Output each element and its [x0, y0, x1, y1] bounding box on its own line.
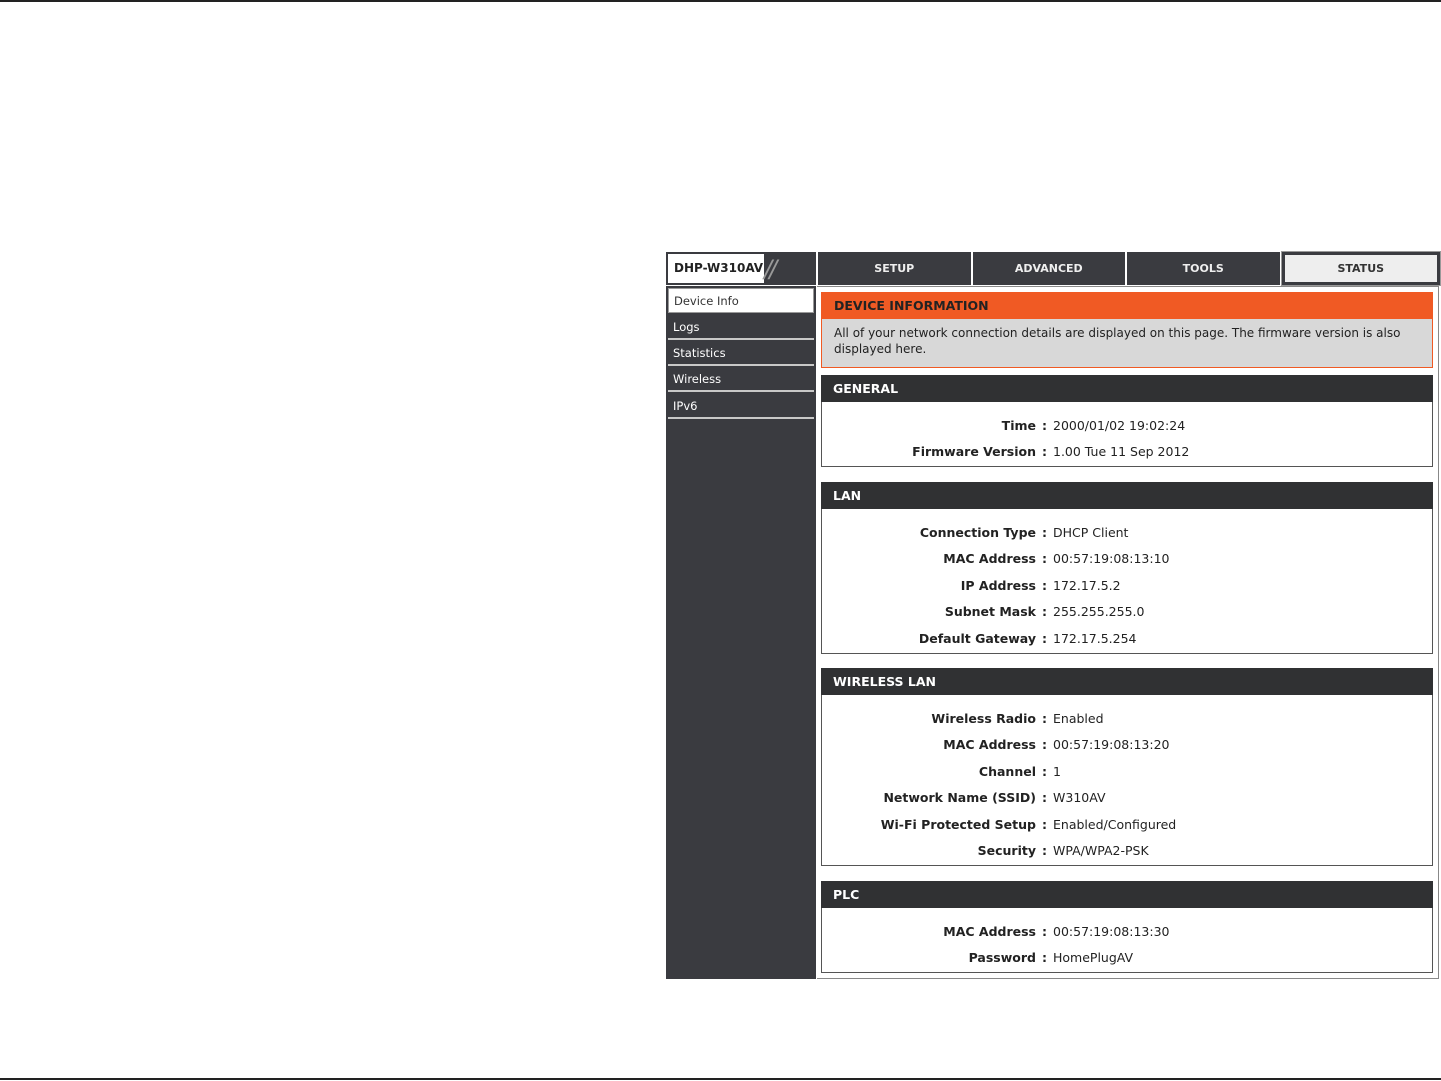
- separator: :: [1042, 630, 1047, 646]
- sidebar: Device Info Logs Statistics Wireless IPv…: [666, 286, 816, 979]
- info-row: Time:2000/01/02 19:02:24: [822, 412, 1432, 439]
- top-rule: [0, 0, 1441, 2]
- info-row: Wi-Fi Protected Setup: Enabled/Configured: [822, 811, 1432, 838]
- field-value: Enabled/Configured: [1053, 816, 1177, 832]
- tab-status[interactable]: STATUS: [1280, 251, 1441, 286]
- tab-setup[interactable]: SETUP: [818, 252, 971, 285]
- info-row: Network Name (SSID): W310AV: [822, 785, 1432, 812]
- field-value: 1: [1053, 763, 1061, 779]
- field-label: Network Name (SSID): [883, 790, 1036, 806]
- separator: :: [1042, 790, 1047, 806]
- sidebar-item-wireless[interactable]: Wireless: [668, 367, 814, 392]
- separator: :: [1042, 524, 1047, 540]
- separator: :: [1042, 444, 1047, 460]
- section-plc: PLC MAC Address:00:57:19:08:13:30 Password…: [821, 881, 1433, 973]
- info-row: IP Address:172.17.5.2: [822, 572, 1432, 599]
- separator: :: [1042, 923, 1047, 939]
- field-label: Password: [968, 950, 1036, 966]
- field-label: Wireless Radio: [931, 710, 1036, 726]
- section-body: Connection Type: DHCP Client MAC Address:0…: [821, 509, 1433, 654]
- separator: :: [1042, 763, 1047, 779]
- field-label: MAC Address: [943, 737, 1036, 753]
- tab-tools[interactable]: TOOLS: [1127, 252, 1280, 285]
- info-row: Channel:1: [822, 758, 1432, 785]
- field-value: 255.255.255.0: [1053, 604, 1145, 620]
- section-wireless-lan: WIRELESS LAN Wireless Radio: Enabled MAC Ad…: [821, 668, 1433, 866]
- device-info-box: DEVICE INFORMATION All of your network c…: [821, 292, 1433, 368]
- section-title: WIRELESS LAN: [821, 668, 1433, 695]
- sidebar-item-device-info[interactable]: Device Info: [668, 288, 814, 313]
- section-title: PLC: [821, 881, 1433, 908]
- section-title: LAN: [821, 482, 1433, 509]
- info-row: Security: WPA/WPA2-PSK: [822, 838, 1432, 865]
- separator: :: [1042, 577, 1047, 593]
- field-value: DHCP Client: [1053, 524, 1129, 540]
- sidebar-item-logs[interactable]: Logs: [668, 315, 814, 340]
- field-label: Wi-Fi Protected Setup: [880, 816, 1036, 832]
- field-value: 00:57:19:08:13:30: [1053, 923, 1170, 939]
- separator: :: [1042, 551, 1047, 567]
- field-value: Enabled: [1053, 710, 1104, 726]
- info-row: MAC Address:00:57:19:08:13:30: [822, 918, 1432, 945]
- separator: :: [1042, 417, 1047, 433]
- sidebar-item-ipv6[interactable]: IPv6: [668, 394, 814, 419]
- field-label: Firmware Version: [912, 444, 1036, 460]
- product-name: DHP-W310AV: [668, 254, 764, 283]
- section-body: MAC Address:00:57:19:08:13:30 Password: Ho…: [821, 908, 1433, 973]
- bottom-rule: [0, 1078, 1441, 1080]
- field-value: 172.17.5.2: [1053, 577, 1121, 593]
- info-row: MAC Address:00:57:19:08:13:10: [822, 546, 1432, 573]
- field-value: WPA/WPA2-PSK: [1053, 843, 1149, 859]
- field-label: IP Address: [960, 577, 1036, 593]
- separator: :: [1042, 843, 1047, 859]
- section-lan: LAN Connection Type: DHCP Client MAC Addres…: [821, 482, 1433, 654]
- info-row: Firmware Version:1.00 Tue 11 Sep 2012: [822, 439, 1432, 466]
- section-general: GENERAL Time:2000/01/02 19:02:24 Firmware …: [821, 375, 1433, 467]
- field-value: W310AV: [1053, 790, 1106, 806]
- field-label: Security: [977, 843, 1036, 859]
- field-label: Time: [1001, 417, 1036, 433]
- info-row: Password: HomePlugAV: [822, 945, 1432, 972]
- router-admin-ui: DHP-W310AV // SETUP ADVANCED TOOLS STATU…: [666, 251, 1441, 979]
- top-nav: DHP-W310AV // SETUP ADVANCED TOOLS STATU…: [666, 251, 1441, 286]
- logo-slashes-icon: //: [764, 255, 777, 283]
- info-row: Subnet Mask:255.255.255.0: [822, 599, 1432, 626]
- info-row: Default Gateway:172.17.5.254: [822, 625, 1432, 652]
- section-body: Time:2000/01/02 19:02:24 Firmware Version…: [821, 402, 1433, 467]
- field-label: MAC Address: [943, 923, 1036, 939]
- separator: :: [1042, 737, 1047, 753]
- info-row: Connection Type: DHCP Client: [822, 519, 1432, 546]
- info-row: Wireless Radio: Enabled: [822, 705, 1432, 732]
- field-label: Default Gateway: [918, 630, 1036, 646]
- section-body: Wireless Radio: Enabled MAC Address:00:57:…: [821, 695, 1433, 866]
- separator: :: [1042, 950, 1047, 966]
- info-row: MAC Address:00:57:19:08:13:20: [822, 732, 1432, 759]
- field-value: HomePlugAV: [1053, 950, 1134, 966]
- sidebar-item-statistics[interactable]: Statistics: [668, 341, 814, 366]
- field-value: 00:57:19:08:13:10: [1053, 551, 1170, 567]
- device-info-title: DEVICE INFORMATION: [822, 293, 1432, 319]
- field-label: MAC Address: [943, 551, 1036, 567]
- field-label: Connection Type: [919, 524, 1036, 540]
- product-logo: DHP-W310AV //: [666, 252, 816, 285]
- field-label: Subnet Mask: [944, 604, 1036, 620]
- separator: :: [1042, 816, 1047, 832]
- separator: :: [1042, 604, 1047, 620]
- field-value: 172.17.5.254: [1053, 630, 1137, 646]
- field-value: 2000/01/02 19:02:24: [1053, 417, 1186, 433]
- field-value: 00:57:19:08:13:20: [1053, 737, 1170, 753]
- field-label: Channel: [978, 763, 1036, 779]
- main-content: DEVICE INFORMATION All of your network c…: [817, 286, 1439, 979]
- section-title: GENERAL: [821, 375, 1433, 402]
- device-info-description: All of your network connection details a…: [822, 319, 1432, 367]
- separator: :: [1042, 710, 1047, 726]
- field-value: 1.00 Tue 11 Sep 2012: [1053, 444, 1190, 460]
- tab-advanced[interactable]: ADVANCED: [972, 252, 1125, 285]
